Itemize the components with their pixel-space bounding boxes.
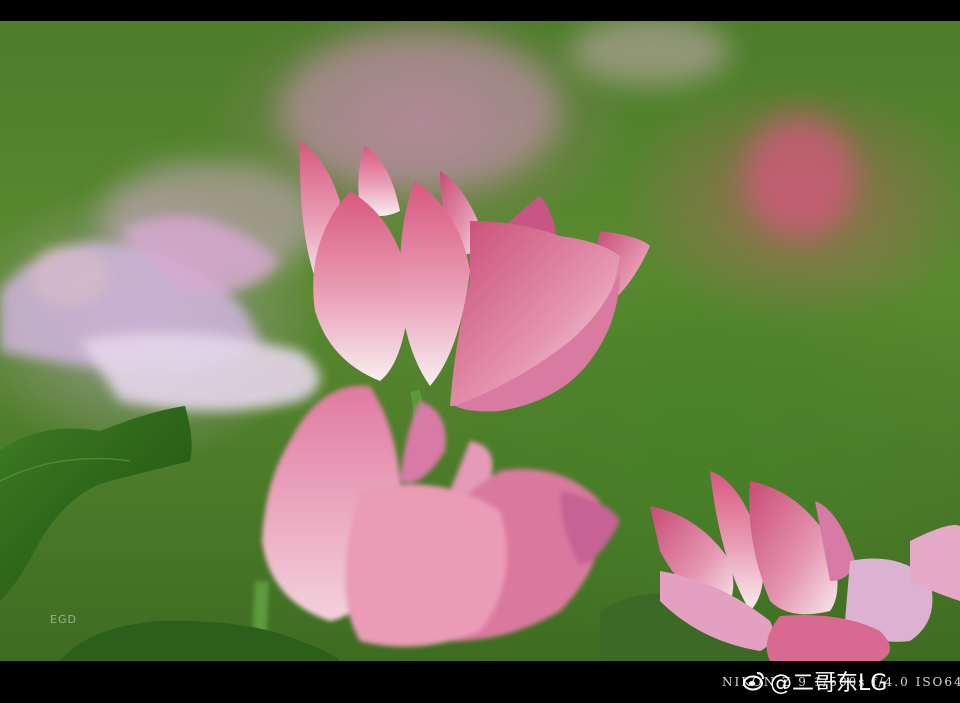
lotus-photo: EGD bbox=[0, 21, 960, 661]
lotus-scene bbox=[0, 21, 960, 661]
left-lotus-leaf bbox=[0, 406, 192, 601]
foreground-blurred-bud bbox=[251, 385, 620, 661]
corner-watermark: EGD bbox=[50, 613, 77, 626]
weibo-watermark: @二哥东LG bbox=[742, 664, 887, 698]
bottom-lotus-leaf bbox=[60, 620, 340, 661]
right-lotus-flower bbox=[600, 471, 960, 661]
caption-bar: NIKON Z 9 1/500s f/4.0 ISO64 @二哥东LG bbox=[0, 661, 960, 703]
photo-frame: EGD NIKON Z 9 1/500s f/4.0 ISO64 @二哥东LG bbox=[0, 0, 960, 703]
weibo-handle: @二哥东LG bbox=[770, 671, 888, 696]
weibo-icon bbox=[743, 672, 764, 691]
